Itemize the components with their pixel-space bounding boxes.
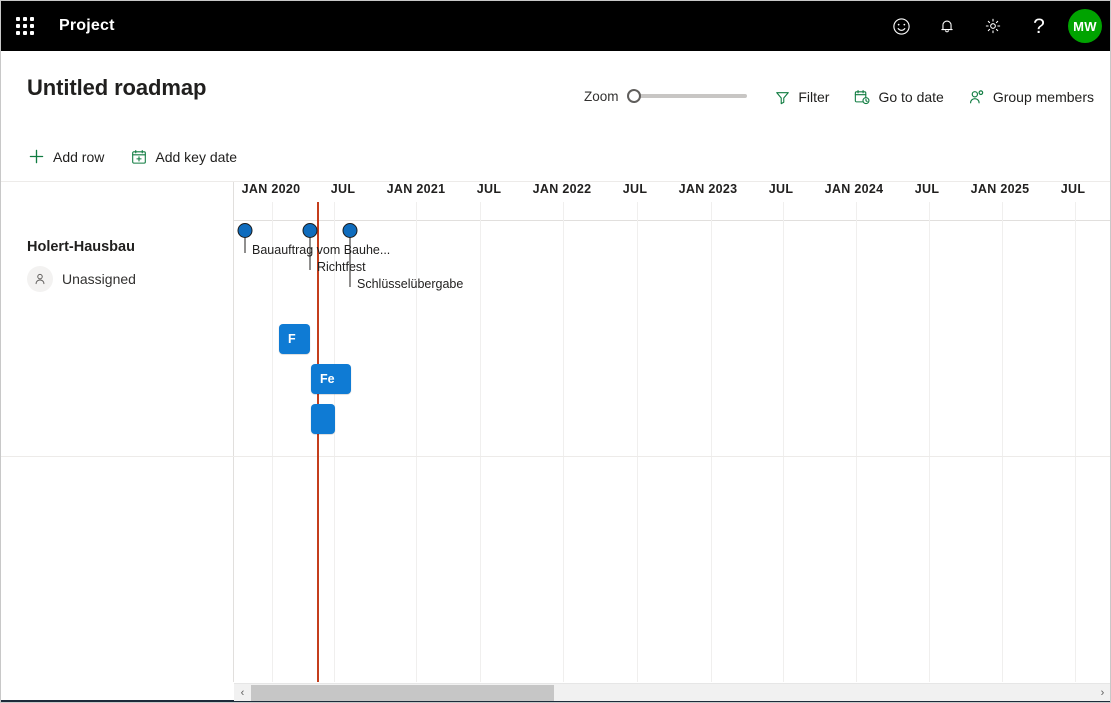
group-members-button[interactable]: Group members — [966, 85, 1096, 109]
funnel-icon — [774, 89, 791, 106]
people-icon — [968, 88, 986, 106]
timeline-gridline — [711, 202, 712, 682]
roadmap-app: Project ? MW Untitled roadmap Zoom Filte… — [0, 0, 1111, 703]
row-assignee-label: Unassigned — [62, 271, 136, 287]
scroll-right-arrow-icon[interactable]: › — [1094, 684, 1110, 702]
key-date-dot-icon[interactable] — [237, 223, 253, 238]
settings-gear-icon[interactable] — [970, 1, 1016, 51]
timeline-canvas[interactable]: JAN 2020 JUL JAN 2021 JUL JAN 2022 JUL JAN 202… — [234, 182, 1110, 682]
filter-button[interactable]: Filter — [772, 86, 831, 109]
timeline-tick-label: JAN 2022 — [532, 182, 592, 196]
person-icon — [27, 266, 53, 292]
key-date-dot-icon[interactable] — [342, 223, 358, 238]
suite-header-actions: ? MW — [878, 1, 1110, 51]
add-key-date-button-label: Add key date — [155, 148, 238, 165]
timeline-tick-label: JUL — [768, 182, 794, 196]
timeline-tick-label: JUL — [1060, 182, 1086, 196]
key-date-label[interactable]: Schlüsselübergabe — [357, 277, 463, 291]
add-key-date-button[interactable]: Add key date — [128, 145, 239, 169]
timeline-header: JAN 2020 JUL JAN 2021 JUL JAN 2022 JUL JAN 202… — [234, 182, 1110, 221]
task-bar[interactable]: F — [279, 324, 310, 354]
timeline-tick-label: JAN 2021 — [386, 182, 446, 196]
timeline-gridline — [416, 202, 417, 682]
zoom-slider[interactable] — [626, 87, 747, 105]
timeline-tick-label: JUL — [330, 182, 356, 196]
timeline-tick-label: JAN 2020 — [241, 182, 301, 196]
scroll-left-arrow-icon[interactable]: ‹ — [234, 684, 251, 702]
zoom-control: Zoom — [584, 87, 747, 105]
key-date-stalk — [349, 237, 351, 287]
calendar-clock-icon — [853, 88, 871, 106]
timeline-gridline — [1002, 202, 1003, 682]
horizontal-scrollbar[interactable]: ‹ › — [234, 683, 1110, 702]
today-line — [317, 202, 319, 682]
scrollbar-rail[interactable] — [251, 684, 1094, 702]
group-members-button-label: Group members — [992, 89, 1094, 105]
zoom-label: Zoom — [584, 88, 619, 104]
app-launcher-icon[interactable] — [1, 1, 49, 51]
add-row-button[interactable]: Add row — [25, 144, 106, 169]
command-bar-right: Filter Go to date Group members — [772, 85, 1096, 109]
zoom-slider-track — [632, 94, 747, 98]
row-header-panel: Holert-Hausbau Unassigned — [1, 182, 234, 682]
timeline-header-divider — [234, 220, 1110, 221]
notifications-bell-icon[interactable] — [924, 1, 970, 51]
timeline-tick-label: JUL — [476, 182, 502, 196]
avatar[interactable]: MW — [1068, 9, 1102, 43]
key-date-stalk — [309, 237, 311, 270]
key-date-label[interactable]: Bauauftrag vom Bauhe... — [252, 243, 390, 257]
filter-button-label: Filter — [798, 89, 830, 105]
key-date-dot-icon[interactable] — [302, 223, 318, 238]
feedback-smiley-icon[interactable] — [878, 1, 924, 51]
row-divider — [234, 456, 1110, 457]
scrollbar-thumb[interactable] — [251, 684, 555, 701]
timeline-gridline — [563, 202, 564, 682]
app-name[interactable]: Project — [59, 17, 115, 35]
waffle-grid — [16, 17, 34, 35]
timeline-gridline — [334, 202, 335, 682]
key-date-label[interactable]: Richtfest — [317, 260, 366, 274]
timeline-gridline — [856, 202, 857, 682]
go-to-date-button-label: Go to date — [878, 89, 944, 105]
calendar-plus-icon — [130, 148, 148, 166]
row-assignee[interactable]: Unassigned — [27, 266, 227, 292]
task-bar[interactable] — [311, 404, 335, 434]
timeline-tick-label: JAN 2024 — [824, 182, 884, 196]
timeline-gridline — [783, 202, 784, 682]
timeline-gridline — [480, 202, 481, 682]
key-date-stalk — [244, 237, 246, 253]
add-row-button-label: Add row — [53, 148, 105, 165]
timeline-gridline — [929, 202, 930, 682]
row-header-divider — [1, 456, 234, 457]
help-icon[interactable]: ? — [1016, 1, 1062, 51]
row-name[interactable]: Holert-Hausbau — [27, 239, 227, 255]
page-title[interactable]: Untitled roadmap — [27, 75, 206, 101]
plus-icon — [27, 147, 46, 166]
timeline-tick-label: JAN 2025 — [970, 182, 1030, 196]
row-header[interactable]: Holert-Hausbau Unassigned — [27, 239, 227, 292]
timeline-tick-label: JUL — [914, 182, 940, 196]
zoom-slider-thumb[interactable] — [626, 89, 641, 103]
suite-header-bar: Project ? MW — [1, 1, 1110, 51]
go-to-date-button[interactable]: Go to date — [851, 85, 945, 109]
timeline-gridline — [637, 202, 638, 682]
task-bar[interactable]: Fe — [311, 364, 351, 394]
timeline-tick-label: JAN 2023 — [678, 182, 738, 196]
timeline-gridline — [272, 202, 273, 682]
timeline-tick-label: JUL — [622, 182, 648, 196]
timeline-gridline — [1075, 202, 1076, 682]
command-bar-left: Add row Add key date — [25, 144, 239, 169]
